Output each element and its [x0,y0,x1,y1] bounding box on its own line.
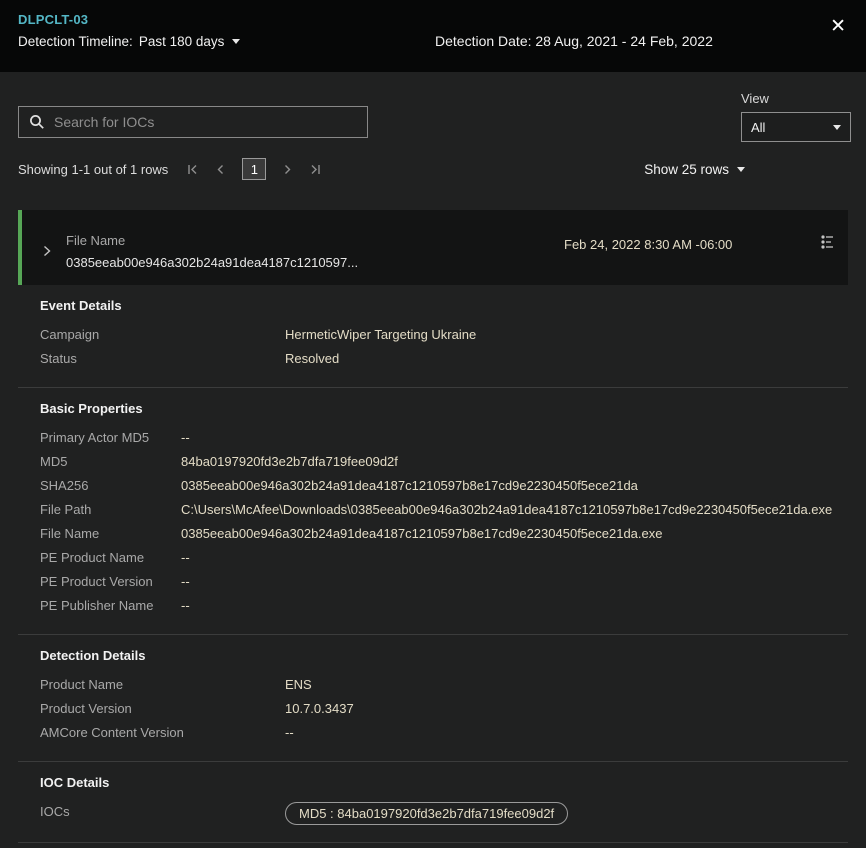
detections-panel: View All Showing 1-1 out of 1 rows 1 [0,72,866,848]
last-page-button[interactable] [309,163,322,176]
field-label: MD5 [40,450,181,474]
chevron-right-icon [42,245,52,257]
field-value: -- [181,426,848,450]
field-label: File Name [40,522,181,546]
page-number[interactable]: 1 [242,158,266,180]
timeline-dropdown[interactable]: Past 180 days [139,34,241,49]
chevron-down-icon [232,39,240,44]
section-title: Basic Properties [40,401,848,416]
detection-row[interactable]: File Name 0385eeab00e946a302b24a91dea418… [18,210,848,285]
ioc-search [18,106,368,138]
detection-timestamp: Feb 24, 2022 8:30 AM -06:00 [564,234,732,256]
detection-row-label: File Name [66,230,358,252]
previous-page-button[interactable] [214,163,227,176]
section-detection-details: Detection Details Product Name ENS Produ… [18,635,848,762]
chevron-down-icon [833,125,841,130]
pagination: 1 [186,158,322,180]
field-value: 0385eeab00e946a302b24a91dea4187c1210597b… [181,522,848,546]
field-value: -- [181,594,848,618]
show-rows-dropdown[interactable]: Show 25 rows [644,162,745,177]
detection-row-value: 0385eeab00e946a302b24a91dea4187c1210597.… [66,252,358,274]
section-ioc-details: IOC Details IOCs MD5 : 84ba0197920fd3e2b… [18,762,848,843]
section-event-details: Event Details Campaign HermeticWiper Tar… [18,285,848,388]
field-value: 10.7.0.3437 [285,697,848,721]
view-filter: View All [741,91,851,142]
search-icon [29,114,45,130]
host-name: DLPCLT-03 [18,12,848,27]
view-label: View [741,91,851,106]
section-title: IOC Details [40,775,848,790]
section-title: Event Details [40,298,848,313]
row-count-text: Showing 1-1 out of 1 rows [18,162,168,177]
detection-row-main: File Name 0385eeab00e946a302b24a91dea418… [66,230,358,274]
field-label: PE Publisher Name [40,594,181,618]
timeline-value: Past 180 days [139,34,225,49]
field-value: Resolved [285,347,848,371]
view-dropdown[interactable]: All [741,112,851,142]
field-label: File Path [40,498,181,522]
field-label: Product Version [40,697,285,721]
field-value: C:\Users\McAfee\Downloads\0385eeab00e946… [181,498,848,522]
timeline-label: Detection Timeline: [18,34,133,49]
field-value: -- [181,570,848,594]
ioc-chip[interactable]: MD5 : 84ba0197920fd3e2b7dfa719fee09d2f [285,802,568,825]
search-input[interactable] [54,114,357,130]
field-label: PE Product Version [40,570,181,594]
field-label: Primary Actor MD5 [40,426,181,450]
section-basic-properties: Basic Properties Primary Actor MD5 -- MD… [18,388,848,635]
detection-timeline: Detection Timeline: Past 180 days [18,34,848,49]
field-label: IOCs [40,800,285,826]
show-rows-label: Show 25 rows [644,162,729,177]
header: DLPCLT-03 Detection Timeline: Past 180 d… [0,0,866,72]
first-page-button[interactable] [186,163,199,176]
field-value: HermeticWiper Targeting Ukraine [285,323,848,347]
field-label: Status [40,347,285,371]
list-toolbar: Showing 1-1 out of 1 rows 1 Show 25 rows [18,157,848,181]
field-value: -- [285,721,848,745]
chevron-down-icon [737,167,745,172]
field-label: SHA256 [40,474,181,498]
close-button[interactable]: ✕ [830,17,846,36]
detection-date: Detection Date: 28 Aug, 2021 - 24 Feb, 2… [435,33,713,49]
detection-details: Event Details Campaign HermeticWiper Tar… [18,285,848,843]
field-value: 0385eeab00e946a302b24a91dea4187c1210597b… [181,474,848,498]
next-page-button[interactable] [281,163,294,176]
section-title: Detection Details [40,648,848,663]
field-value: 84ba0197920fd3e2b7dfa719fee09d2f [181,450,848,474]
field-label: Campaign [40,323,285,347]
field-label: PE Product Name [40,546,181,570]
field-value: -- [181,546,848,570]
view-selected-value: All [751,120,765,135]
field-value: ENS [285,673,848,697]
field-label: Product Name [40,673,285,697]
field-label: AMCore Content Version [40,721,285,745]
process-tree-icon[interactable] [820,234,836,250]
